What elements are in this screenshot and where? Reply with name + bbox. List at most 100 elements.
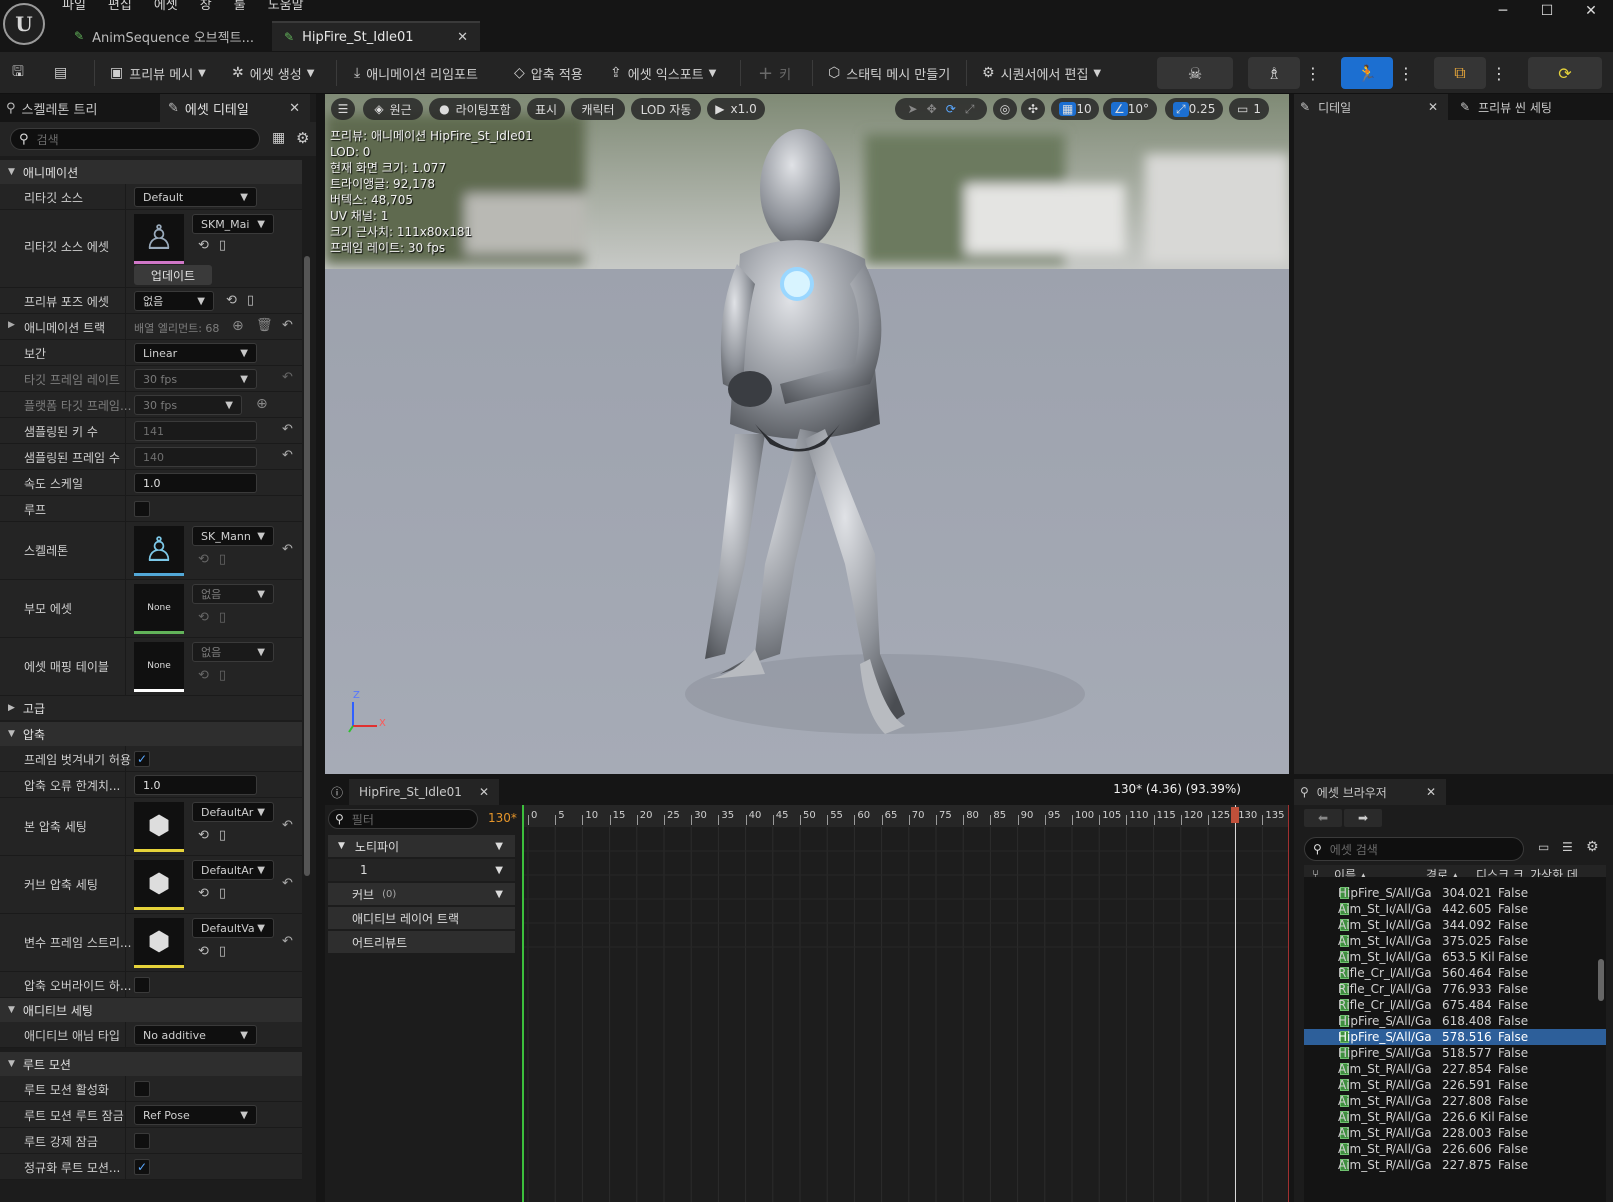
character-button[interactable]: 캐릭터 [571,98,625,120]
tab-animsequence-object[interactable]: ✎ AnimSequence 오브젝트... [62,21,272,51]
menu-file[interactable]: 파일 [62,0,86,14]
forward-button[interactable]: ➡ [1344,809,1382,827]
reset-icon[interactable]: ↶ [282,542,293,557]
skeletal-mesh-thumbnail[interactable]: ♙ [134,214,184,264]
variable-strip-dropdown[interactable]: DefaultVa ▼ [192,918,274,938]
table-row[interactable]: Aim_St_Idle/All/Ga 375.025 False [1304,933,1606,949]
rate-scale-field[interactable]: 1.0 [134,473,257,493]
folder-icon[interactable]: ▭ [1538,840,1549,854]
filter-icon[interactable]: ☰ [1562,840,1573,854]
reset-icon[interactable]: ↶ [282,318,293,333]
reset-icon[interactable]: ↶ [282,370,293,385]
section-additive-settings[interactable]: ▼ 애디티브 세팅 [0,998,302,1022]
table-row[interactable]: Aim_St_Run/All/Ga 226.6 KilFalse [1304,1109,1606,1125]
lighting-mode-button[interactable]: ● 라이팅포함 [429,98,521,120]
table-row[interactable]: Rifle_Cr_Idle/All/Ga 560.464 False [1304,965,1606,981]
surface-snap-button[interactable]: ✣ [1021,98,1045,120]
expand-arrow-icon[interactable]: ▶ [8,320,15,330]
table-row[interactable]: Rifle_Cr_Idle/All/Ga 675.484 False [1304,997,1606,1013]
play-rate-button[interactable]: ▶ x1.0 [707,98,765,120]
parent-asset-thumbnail[interactable]: None [134,584,184,634]
update-button[interactable]: 업데이트 [134,265,212,285]
mapping-table-dropdown[interactable]: 없음 ▼ [192,642,274,662]
maximize-button[interactable]: ☐ [1525,0,1569,22]
use-selected-icon[interactable]: ⟲ [198,668,209,683]
use-selected-icon[interactable]: ⟲ [198,610,209,625]
track-notifies[interactable]: ▼ 노티파이 ▼ [328,835,515,857]
blueprint-mode-button[interactable]: ⧉ [1434,57,1486,89]
mesh-mode-options[interactable]: ⋮ [1300,57,1326,89]
animation-mode-options[interactable]: ⋮ [1393,57,1419,89]
table-row[interactable]: Aim_St_Run/All/Ga 227.854 False [1304,1061,1606,1077]
tab-asset-browser[interactable]: ⚲ 에셋 브라우저 ✕ [1294,779,1446,805]
world-local-button[interactable]: ◎ [993,98,1017,120]
menu-window[interactable]: 창 [200,0,212,14]
save-button[interactable]: 🖫 [12,60,30,86]
browse-asset-icon[interactable]: ▯ [219,828,226,843]
close-tab-icon[interactable]: ✕ [1426,785,1436,799]
section-animation[interactable]: ▼ 애니메이션 [0,160,302,184]
reset-icon[interactable]: ↶ [282,934,293,949]
browse-asset-icon[interactable]: ▯ [219,886,226,901]
show-button[interactable]: 표시 [527,98,565,120]
scale-snap-button[interactable]: ⤢ 0.25 [1165,98,1223,120]
asset-list-scrollbar[interactable] [1598,959,1604,1001]
close-tab-icon[interactable]: ✕ [289,101,300,116]
use-selected-icon[interactable]: ⟲ [198,238,209,253]
skeleton-mode-button[interactable]: ☠ [1157,57,1233,89]
platform-frame-rate-dropdown[interactable]: 30 fps ▼ [134,395,242,415]
tab-details[interactable]: ✎ 디테일 ✕ [1294,94,1448,120]
tab-skeleton-tree[interactable]: ⚲ 스켈레톤 트리 [0,94,160,122]
details-scrollbar[interactable] [304,256,310,876]
close-window-button[interactable]: ✕ [1569,0,1613,22]
use-selected-icon[interactable]: ⟲ [198,828,209,843]
allow-frame-strip-checkbox[interactable]: ✓ [134,751,150,767]
track-additive-layer[interactable]: 애디티브 레이어 트랙 [328,907,515,929]
tab-hipfire-st-idle01[interactable]: ✎ HipFire_St_Idle01 ✕ [272,21,480,51]
track-notify-1[interactable]: 1 ▼ [328,859,515,881]
minimize-button[interactable]: ─ [1481,0,1525,22]
preview-mesh-button[interactable]: ▣ 프리뷰 메시 ▼ [110,60,206,86]
loop-checkbox[interactable] [134,501,150,517]
viewport-menu-button[interactable]: ☰ [331,98,355,120]
retarget-asset-dropdown[interactable]: SKM_Mai ▼ [192,214,274,234]
details-search-input[interactable]: ⚲ 검색 [10,128,260,150]
close-tab-icon[interactable]: ✕ [1428,100,1438,114]
browse-button[interactable]: ▤ [54,60,73,86]
table-row[interactable]: Aim_St_Run/All/Ga 227.808 False [1304,1093,1606,1109]
target-frame-rate-dropdown[interactable]: 30 fps ▼ [134,369,257,389]
table-row[interactable]: HipFire_St_I/All/Ga 618.408 False [1304,1013,1606,1029]
chevron-down-icon[interactable]: ▼ [495,889,503,900]
skeleton-dropdown[interactable]: SK_Mann ▼ [192,526,274,546]
bone-compression-thumbnail[interactable]: ⬢ [134,802,184,852]
table-row[interactable]: HipFire_St_I/All/Ga 304.021 False [1304,885,1606,901]
browse-asset-icon[interactable]: ▯ [219,552,226,567]
physics-mode-button[interactable]: ⟳ [1528,57,1602,89]
bone-compression-dropdown[interactable]: DefaultAr ▼ [192,802,274,822]
use-selected-icon[interactable]: ⟲ [226,293,237,308]
preview-viewport[interactable]: ☰ ◈ 원근 ● 라이팅포함 표시 캐릭터 LOD 자동 ▶ x1.0 ➤ ✥ ⟳ ⤢… [325,94,1289,774]
export-asset-button[interactable]: ⇪ 에셋 익스포트 ▼ [610,60,716,86]
table-row[interactable]: Aim_St_Run/All/Ga 228.003 False [1304,1125,1606,1141]
angle-snap-button[interactable]: ∠ 10° [1103,98,1157,120]
settings-gear-icon[interactable]: ⚙ [296,129,309,147]
grid-snap-button[interactable]: ▦ 10 [1051,98,1099,120]
reset-icon[interactable]: ↶ [282,448,293,463]
additive-type-dropdown[interactable]: No additive ▼ [134,1025,257,1045]
select-cursor-icon[interactable]: ➤ [908,102,918,116]
animation-mode-button[interactable]: 🏃 [1341,57,1393,89]
browse-asset-icon[interactable]: ▯ [247,293,254,308]
menu-asset[interactable]: 에셋 [154,0,178,14]
reset-icon[interactable]: ↶ [282,818,293,833]
back-button[interactable]: ⬅ [1304,809,1342,827]
section-compression[interactable]: ▼ 압축 [0,722,302,746]
timeline-grid[interactable]: 0 5 10 15 20 25 30 35 40 45 50 55 60 65 70 75 80 85 90 95 10… [522,805,1289,1202]
scale-icon[interactable]: ⤢ [965,102,975,117]
use-selected-icon[interactable]: ⟲ [198,944,209,959]
browse-asset-icon[interactable]: ▯ [219,944,226,959]
use-selected-icon[interactable]: ⟲ [198,886,209,901]
add-element-icon[interactable]: ⊕ [256,396,268,412]
section-advanced[interactable]: ▶ 고급 [0,696,302,720]
add-element-icon[interactable]: ⊕ [232,318,244,334]
browse-asset-icon[interactable]: ▯ [219,610,226,625]
